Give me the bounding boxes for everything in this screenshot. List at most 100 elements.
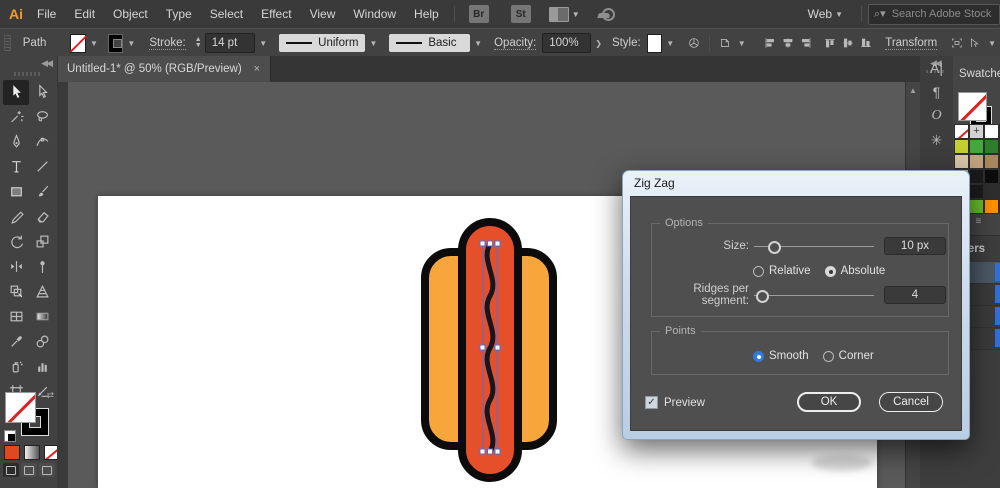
paragraph-panel-icon[interactable]: ¶ (920, 80, 953, 104)
tool-line-segment[interactable] (29, 155, 55, 180)
cancel-button[interactable]: Cancel (879, 392, 943, 412)
menu-view[interactable]: View (301, 7, 345, 21)
swatch-2e2e2e[interactable] (984, 184, 999, 199)
swatch-6abf2d[interactable] (969, 199, 984, 214)
swatch-2d7d2d[interactable] (984, 139, 999, 154)
swatch-1b1b1b[interactable] (969, 169, 984, 184)
menu-effect[interactable]: Effect (252, 7, 300, 21)
tool-shape-builder[interactable] (3, 280, 29, 305)
stroke-weight-stepper[interactable]: ▲▼ (195, 37, 202, 49)
tool-rotate[interactable] (3, 230, 29, 255)
select-similar-icon[interactable] (969, 36, 981, 50)
tool-mesh[interactable] (3, 305, 29, 330)
swatch-d9c6a8[interactable] (954, 154, 969, 169)
bridge-button[interactable]: Br (469, 5, 489, 23)
tool-perspective-grid[interactable] (29, 280, 55, 305)
swatch-1c1c1c[interactable] (969, 184, 984, 199)
workspace-switcher[interactable]: Web ▼ (808, 7, 843, 21)
swatch-c2a27e[interactable] (969, 154, 984, 169)
size-slider-handle[interactable] (768, 241, 781, 254)
draw-normal-button[interactable] (3, 463, 19, 477)
menu-window[interactable]: Window (344, 7, 405, 21)
width-profile-dropdown[interactable]: Uniform (279, 34, 365, 52)
corner-radio[interactable] (823, 351, 834, 362)
stroke-color-swatch[interactable] (108, 34, 124, 53)
relative-radio[interactable] (753, 266, 764, 277)
chevron-down-icon[interactable]: ▼ (255, 39, 271, 48)
relative-label[interactable]: Relative (769, 265, 811, 277)
ok-button[interactable]: OK (797, 392, 861, 412)
smooth-label[interactable]: Smooth (769, 350, 809, 362)
menu-type[interactable]: Type (157, 7, 201, 21)
ridges-slider[interactable] (754, 289, 874, 301)
swatch-44a73e[interactable] (969, 139, 984, 154)
opentype-panel-icon[interactable]: O (920, 104, 953, 128)
document-tab[interactable]: Untitled-1* @ 50% (RGB/Preview) × (57, 56, 271, 82)
opacity-label[interactable]: Opacity: (494, 37, 536, 50)
align-center-vertical-icon[interactable] (842, 36, 854, 50)
swatch-options-icon[interactable]: ≡ (975, 216, 981, 227)
chevron-down-icon[interactable]: ▼ (572, 10, 580, 19)
swatches-fill-proxy[interactable] (958, 92, 987, 121)
tool-rectangle[interactable] (3, 180, 29, 205)
absolute-radio[interactable] (825, 266, 836, 277)
align-center-horizontal-icon[interactable] (782, 36, 794, 50)
panel-grip[interactable] (4, 35, 11, 51)
tool-shaper[interactable] (3, 205, 29, 230)
collapse-panel-icon[interactable]: ◀◀ (41, 58, 51, 69)
arrange-documents-icon[interactable] (549, 7, 569, 22)
tool-direct-selection[interactable] (29, 80, 55, 105)
style-swatch[interactable] (647, 34, 663, 53)
smooth-radio[interactable] (753, 351, 764, 362)
swatch-c3cf2f[interactable] (954, 139, 969, 154)
search-box[interactable]: ⌕▾ (868, 4, 1000, 25)
draw-behind-button[interactable] (21, 463, 37, 477)
align-right-icon[interactable] (800, 36, 812, 50)
stock-button[interactable]: St (511, 5, 531, 23)
swatch-a8875f[interactable] (984, 154, 999, 169)
brushes-panel-icon[interactable]: ✳ (920, 128, 953, 152)
opacity-arrow-icon[interactable]: ❯ (591, 39, 606, 48)
opacity-value[interactable]: 100% (542, 33, 591, 53)
gradient-button[interactable] (24, 445, 40, 460)
search-input[interactable] (890, 7, 994, 21)
chevron-down-icon[interactable]: ▼ (123, 39, 139, 48)
tool-selection[interactable] (3, 80, 29, 105)
swatch-ffffff[interactable] (984, 124, 999, 139)
character-panel-icon[interactable]: A| (920, 56, 953, 80)
brush-dropdown[interactable]: Basic (389, 34, 470, 52)
stroke-weight-value[interactable]: 14 pt (205, 33, 256, 53)
panel-grip[interactable] (14, 72, 42, 76)
preview-checkbox[interactable]: ✓ (645, 396, 658, 409)
preview-label[interactable]: Preview (664, 397, 705, 409)
draw-inside-button[interactable] (39, 463, 55, 477)
menu-help[interactable]: Help (405, 7, 448, 21)
chevron-down-icon[interactable]: ▼ (470, 39, 486, 48)
chevron-down-icon[interactable]: ▼ (984, 39, 1000, 48)
tool-width[interactable] (3, 255, 29, 280)
recolor-artwork-icon[interactable] (688, 36, 700, 50)
tool-eraser[interactable] (29, 205, 55, 230)
align-top-icon[interactable] (824, 36, 836, 50)
tool-curvature[interactable] (29, 130, 55, 155)
ridges-value-field[interactable]: 4 (884, 286, 946, 304)
close-tab-icon[interactable]: × (254, 63, 260, 75)
tool-puppet-warp[interactable] (29, 255, 55, 280)
menu-object[interactable]: Object (104, 7, 157, 21)
transform-label[interactable]: Transform (885, 37, 937, 50)
zigzag-dialog[interactable]: Zig Zag Options Size: 10 px Relative Abs… (622, 170, 970, 440)
tool-type[interactable] (3, 155, 29, 180)
absolute-label[interactable]: Absolute (841, 265, 886, 277)
chevron-down-icon[interactable]: ▼ (365, 39, 381, 48)
tool-paintbrush[interactable] (29, 180, 55, 205)
menu-edit[interactable]: Edit (65, 7, 104, 21)
tool-scale[interactable] (29, 230, 55, 255)
menu-select[interactable]: Select (201, 7, 252, 21)
tool-magic-wand[interactable] (3, 105, 29, 130)
share-icon[interactable] (598, 7, 614, 21)
default-fill-stroke-icon[interactable] (4, 430, 16, 442)
size-value-field[interactable]: 10 px (884, 237, 946, 255)
tool-pen[interactable] (3, 130, 29, 155)
swap-fill-stroke-icon[interactable]: ⇄ (46, 390, 54, 401)
isolate-object-icon[interactable] (951, 36, 963, 50)
